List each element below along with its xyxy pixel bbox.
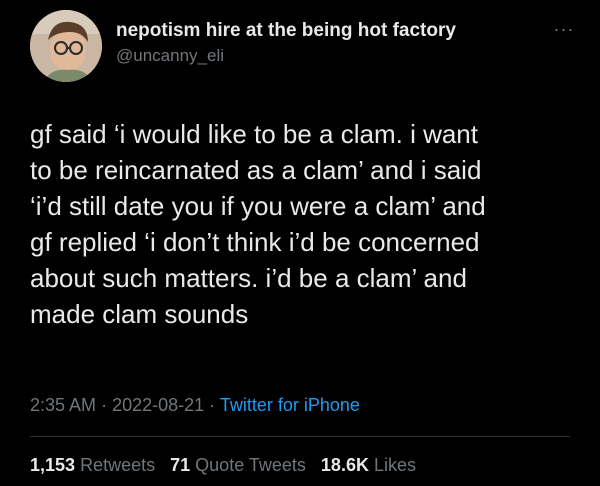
- divider: [30, 436, 570, 437]
- more-horizontal-icon[interactable]: ···: [553, 20, 575, 38]
- tweet-text: gf said ‘i would like to be a clam. i wa…: [30, 119, 486, 329]
- meta-separator: ·: [209, 395, 216, 415]
- retweets-count: 1,153: [30, 455, 76, 475]
- avatar-image: [30, 10, 102, 82]
- likes-count: 18.6K: [320, 455, 369, 475]
- meta-separator: ·: [101, 395, 108, 415]
- likes-label: Likes: [373, 455, 417, 475]
- quote-tweets-stat[interactable]: 71 Quote Tweets: [170, 455, 306, 475]
- tweet-header: nepotism hire at the being hot factory @…: [30, 10, 575, 82]
- retweets-stat[interactable]: 1,153 Retweets: [30, 455, 155, 475]
- tweet-source-link[interactable]: Twitter for iPhone: [220, 395, 360, 415]
- tweet-card: nepotism hire at the being hot factory @…: [0, 0, 600, 486]
- likes-stat[interactable]: 18.6K Likes: [321, 455, 416, 475]
- quote-tweets-count: 71: [170, 455, 191, 475]
- quote-tweets-label: Quote Tweets: [195, 455, 306, 475]
- tweet-time[interactable]: 2:35 AM: [30, 395, 96, 415]
- engagement-stats: 1,153 Retweets 71 Quote Tweets 18.6K Lik…: [30, 454, 426, 476]
- avatar[interactable]: [30, 10, 102, 82]
- tweet-metadata: 2:35 AM · 2022-08-21 · Twitter for iPhon…: [30, 393, 360, 417]
- tweet-date[interactable]: 2022-08-21: [112, 395, 204, 415]
- display-name[interactable]: nepotism hire at the being hot factory: [116, 19, 456, 43]
- retweets-label: Retweets: [80, 455, 156, 475]
- author-names: nepotism hire at the being hot factory @…: [116, 19, 456, 67]
- user-handle[interactable]: @uncanny_eli: [116, 45, 456, 67]
